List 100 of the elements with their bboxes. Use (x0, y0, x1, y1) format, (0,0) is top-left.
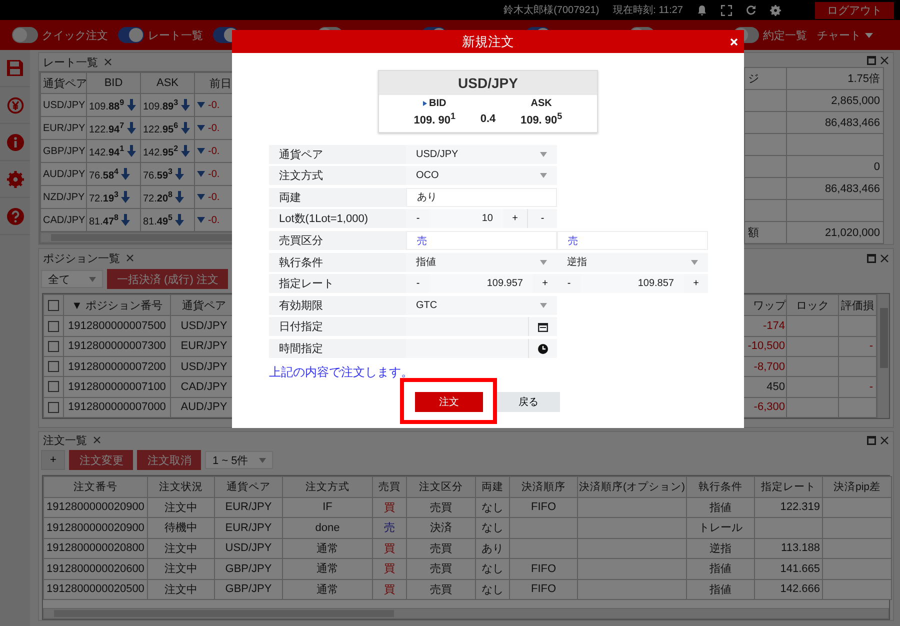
side-field[interactable]: 売 (406, 231, 557, 250)
close-icon[interactable] (880, 436, 889, 445)
table-cell: EUR/JPY (225, 522, 272, 534)
account-label: 額 (748, 227, 759, 239)
maximize-icon[interactable] (867, 254, 876, 262)
table-cell: 1912800000020900 (46, 501, 144, 514)
table-cell: - (869, 380, 873, 393)
table-cell: GBP/JPY (225, 562, 272, 575)
down-triangle-icon (197, 171, 205, 177)
field-label: 執行条件 (269, 252, 406, 272)
toggle-label: 約定一覧 (763, 28, 807, 42)
account-value: 0 (874, 160, 880, 172)
settings-icon[interactable] (6, 170, 24, 188)
table-cell: 待機中 (164, 522, 198, 534)
side-field[interactable]: 売 (557, 231, 708, 250)
select-field[interactable]: USD/JPY (406, 144, 557, 164)
table-cell: - (869, 340, 873, 352)
side-value: 買 (384, 502, 395, 514)
caret-icon[interactable] (865, 32, 873, 38)
change-value: -0. (208, 168, 220, 180)
table-cell: NZD/JPY (40, 186, 86, 208)
add-button[interactable]: + (41, 450, 66, 470)
panel-tab[interactable]: レート一覧 (43, 54, 98, 70)
submit-button[interactable]: 注文 (415, 392, 483, 412)
field-label: 注文方式 (269, 166, 406, 186)
side-value: 買 (384, 563, 395, 576)
table-cell: 通常 (316, 563, 338, 576)
table-cell: USD/JPY (40, 94, 86, 116)
table-cell: 売買 (430, 542, 452, 555)
checkbox[interactable] (48, 381, 59, 392)
text-field[interactable]: あり (406, 188, 557, 207)
table-cell: AUD/JPY (40, 162, 86, 186)
down-arrow-icon (175, 214, 184, 226)
close-icon[interactable] (104, 58, 112, 66)
field-label: 指定レート (269, 274, 406, 294)
checkbox[interactable] (48, 300, 59, 311)
yen-circle-icon[interactable] (6, 96, 24, 114)
info-icon[interactable] (6, 134, 24, 150)
vertical-scrollbar[interactable] (877, 294, 889, 418)
swap-value: -6,300 (754, 401, 785, 414)
close-icon[interactable] (880, 254, 889, 262)
checkbox[interactable] (48, 320, 59, 332)
account-value: 86,483,466 (824, 116, 880, 128)
page-size-select[interactable]: 1 ~ 5件 (205, 451, 274, 470)
table-cell: 1912800000007200 (64, 356, 170, 377)
table-cell: 142.666 (780, 583, 820, 596)
column-header: 通貨ペア (214, 476, 282, 497)
table-cell: トレール (698, 522, 742, 534)
side-value: 売 (384, 522, 395, 534)
select-field[interactable]: 逆指 (557, 252, 708, 272)
select-field[interactable]: 指値 (406, 252, 557, 272)
refresh-icon[interactable] (746, 5, 756, 15)
column-header: 注文区分 (406, 476, 476, 497)
select-field[interactable]: OCO (406, 166, 557, 186)
column-header: 注文番号 (44, 476, 148, 497)
table-cell: 指値 (710, 584, 732, 596)
clock-icon[interactable] (538, 344, 548, 354)
maximize-icon[interactable] (867, 436, 876, 445)
help-icon[interactable] (6, 208, 24, 224)
back-button[interactable]: 戻る (497, 392, 560, 412)
table-cell: なし (482, 502, 504, 514)
table-cell: なし (482, 522, 504, 534)
field-label: 日付指定 (269, 317, 406, 336)
checkbox[interactable] (48, 402, 59, 413)
column-header: 決済順序 (510, 476, 578, 497)
column-header: 注文方式 (282, 476, 372, 497)
caret-icon (540, 302, 547, 308)
bell-icon[interactable] (697, 4, 707, 16)
toggle-switch[interactable] (12, 27, 38, 43)
down-triangle-icon (197, 194, 205, 200)
close-icon[interactable] (93, 436, 101, 444)
column-header: 決済順序(オプション) (578, 476, 686, 497)
checkbox[interactable] (48, 361, 59, 372)
checkbox[interactable] (48, 340, 59, 352)
close-icon[interactable] (880, 56, 889, 64)
dialog-title: 新規注文 (462, 32, 514, 50)
table-cell: 1912800000020500 (46, 583, 144, 596)
fullscreen-icon[interactable] (721, 4, 732, 16)
column-header[interactable]: ▼ ポジション番号 (64, 294, 170, 316)
column-header: ASK (140, 72, 194, 94)
table-cell: 1912800000007300 (64, 336, 170, 356)
close-icon[interactable] (126, 254, 134, 262)
calendar-icon[interactable] (538, 322, 548, 332)
maximize-icon[interactable] (867, 56, 876, 64)
horizontal-scrollbar[interactable] (43, 608, 889, 619)
table-cell: 113.188 (781, 542, 820, 554)
table-cell: 141.665 (780, 562, 820, 575)
time-field[interactable] (406, 339, 557, 358)
toggle-switch[interactable] (118, 27, 144, 43)
down-arrow-icon (121, 168, 130, 180)
field-label: 時間指定 (269, 339, 406, 358)
down-arrow-icon (175, 168, 184, 180)
date-field[interactable] (406, 317, 557, 336)
confirm-message: 上記の内容で注文します。 (269, 364, 414, 381)
select-field[interactable]: GTC (406, 296, 557, 315)
panel-tab[interactable]: ポジション一覧 (43, 250, 120, 266)
filter-select[interactable]: 全て (41, 270, 103, 288)
account-value: 1.75倍 (848, 73, 880, 85)
table-cell: FIFO (530, 562, 556, 575)
panel-tab[interactable]: 注文一覧 (43, 432, 87, 448)
